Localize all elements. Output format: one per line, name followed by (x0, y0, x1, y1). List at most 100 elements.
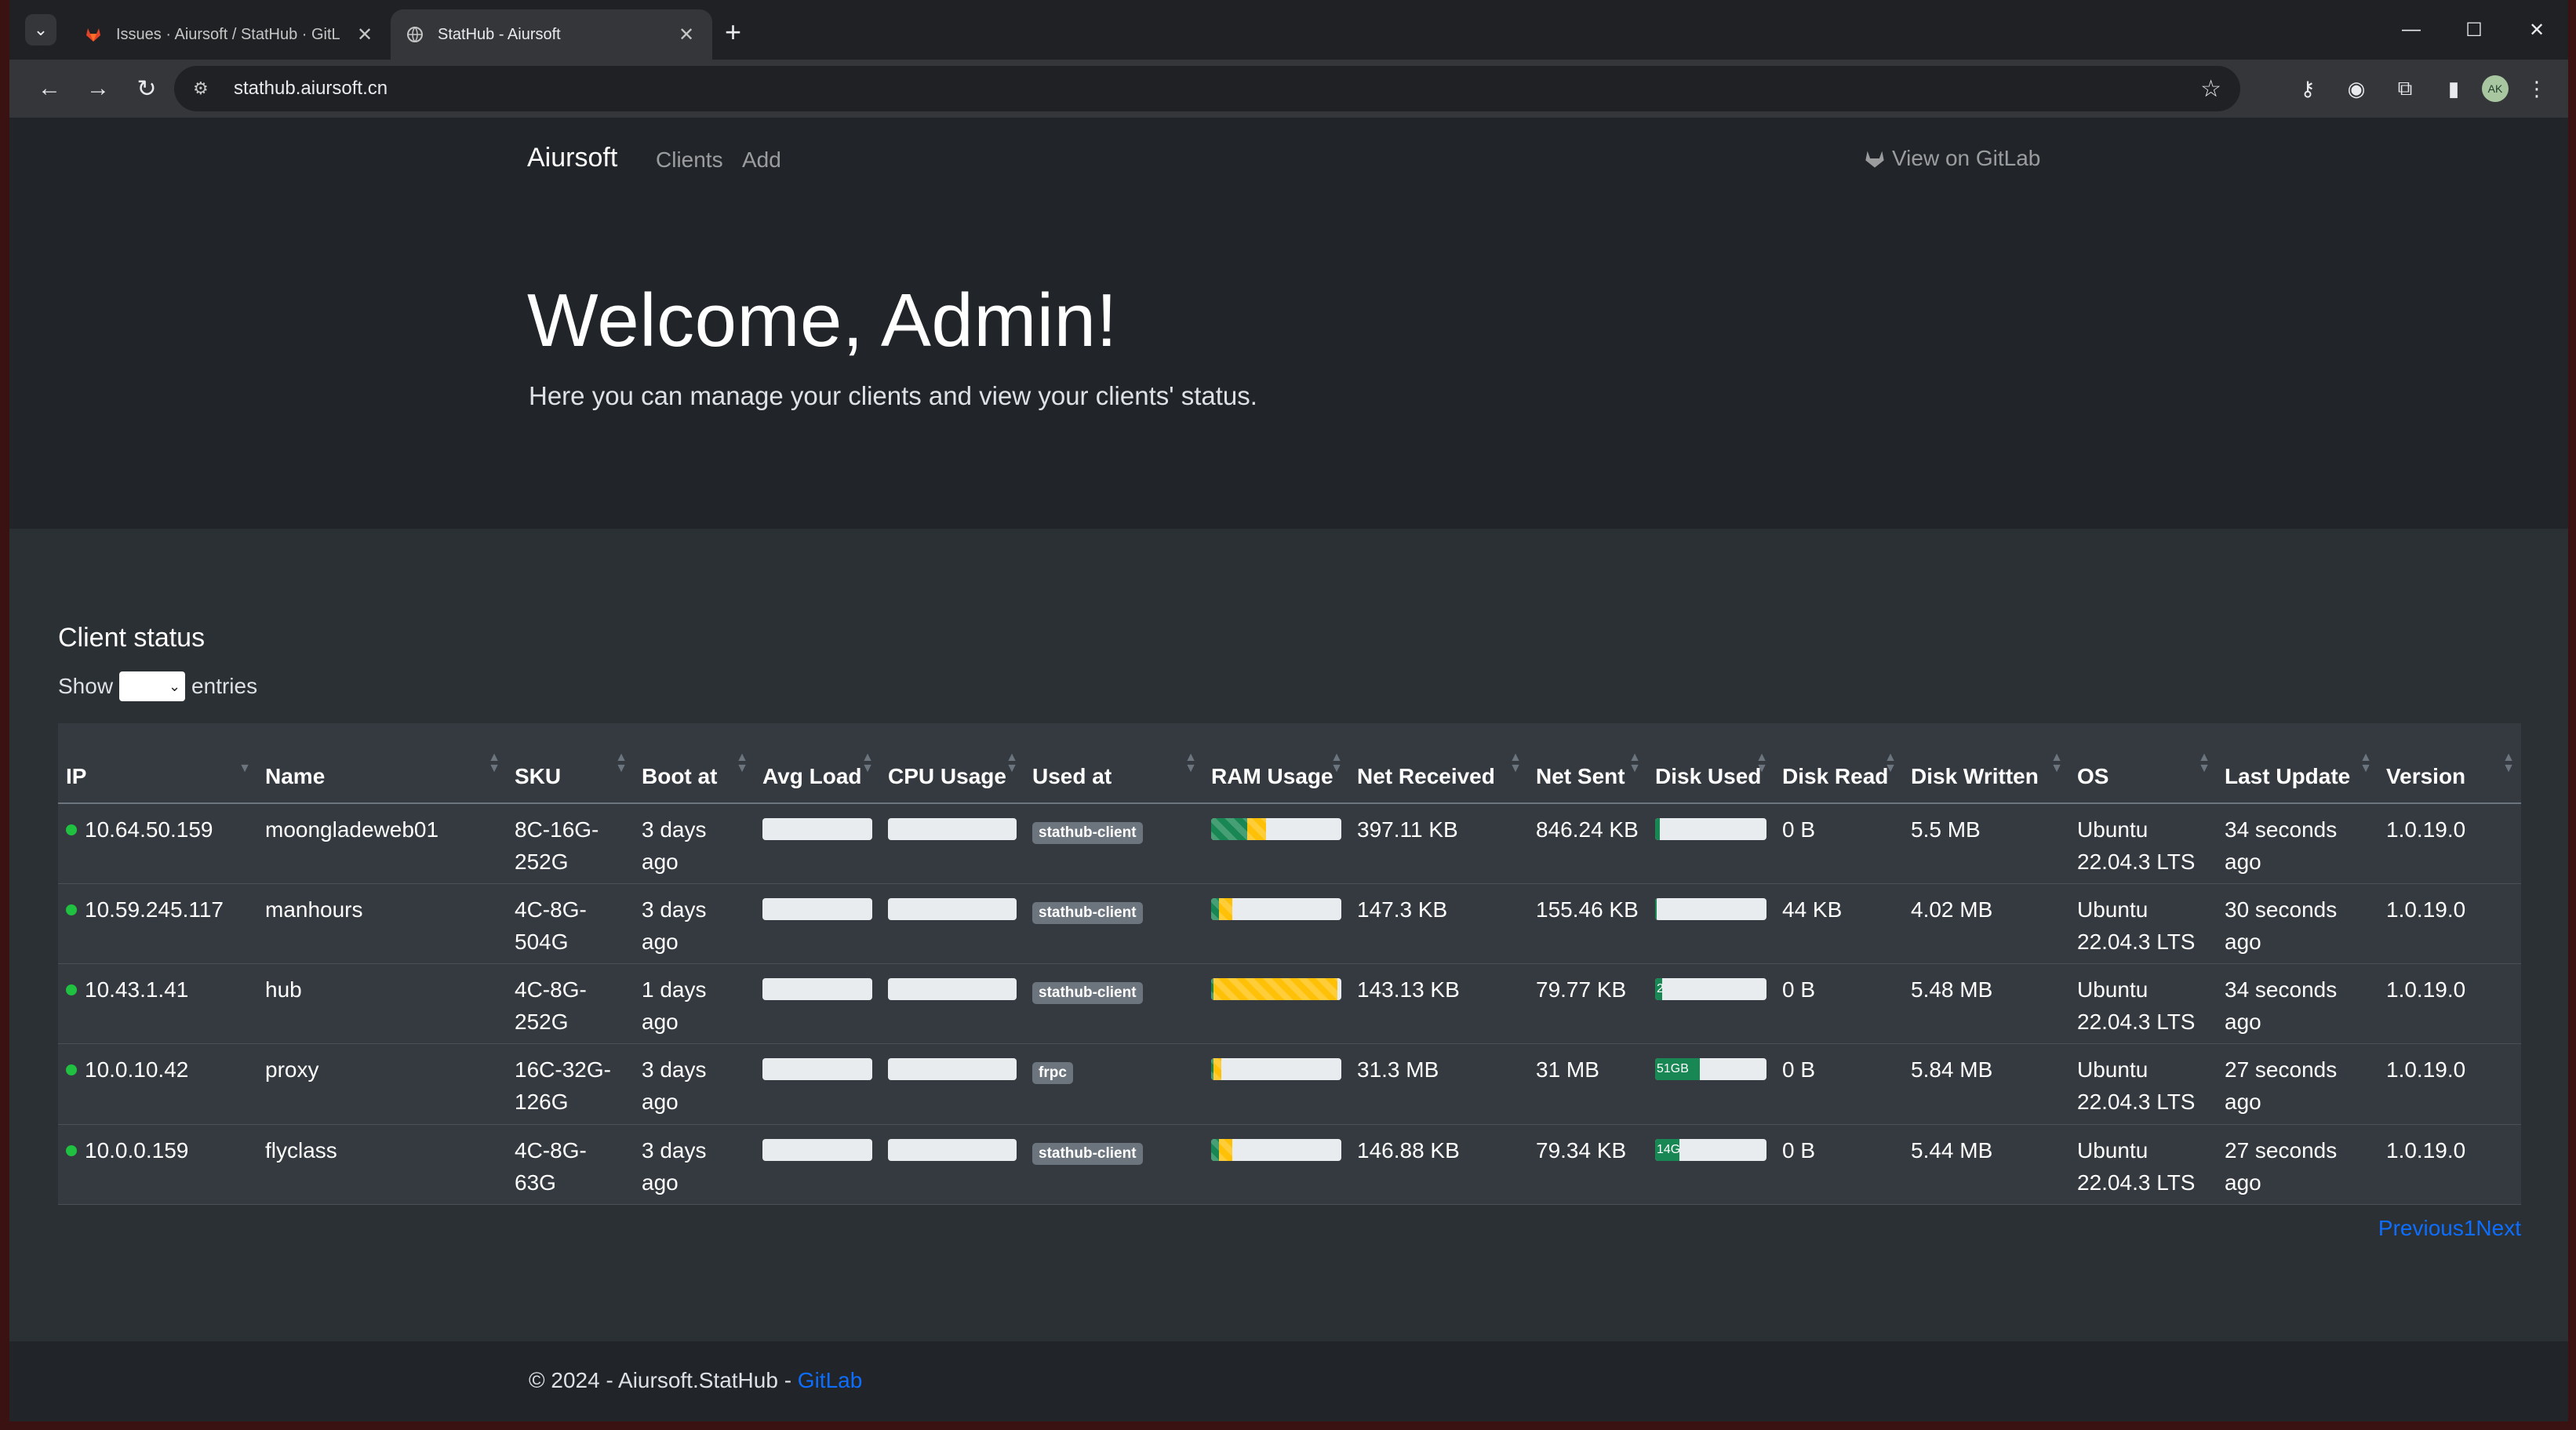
welcome-heading: Welcome, Admin! (527, 278, 1118, 362)
minimize-icon[interactable]: — (2380, 0, 2443, 60)
column-header[interactable]: Used at ▲ ▼ (1024, 723, 1203, 804)
os-cell: Ubuntu 22.04.3 LTS (2069, 963, 2217, 1045)
column-header[interactable]: OS ▲ ▼ (2069, 723, 2217, 804)
column-header-label: SKU (515, 764, 562, 788)
table-row[interactable]: 10.0.0.159 flyclass 4C-8G-63G 3 days ago sta… (58, 1124, 2521, 1206)
forward-arrow-icon[interactable]: → (74, 64, 122, 113)
sort-desc-icon: ▼ (238, 762, 251, 775)
column-header[interactable]: Disk Written ▲ ▼ (1903, 723, 2069, 804)
disk-read-cell: 0 B (1774, 1124, 1903, 1206)
column-header[interactable]: Disk Read ▲ ▼ (1774, 723, 1903, 804)
back-arrow-icon[interactable]: ← (25, 64, 74, 113)
column-header[interactable]: Net Sent ▲ ▼ (1528, 723, 1647, 804)
version-cell: 1.0.19.0 (2378, 1043, 2521, 1125)
column-header[interactable]: CPU Usage ▲ ▼ (880, 723, 1024, 804)
version-cell: 1.0.19.0 (2378, 1124, 2521, 1206)
disk-used-bar: 14G (1655, 1138, 1766, 1161)
used-at-cell: stathub-client (1024, 883, 1203, 965)
cpu-usage-bar (888, 978, 1017, 1001)
puzzle-icon[interactable]: ⧉ (2385, 68, 2425, 109)
table-row[interactable]: 10.64.50.159 moongladeweb01 8C-16G-252G 3 d… (58, 803, 2521, 884)
sort-icon: ▲ ▼ (1884, 751, 1897, 775)
ram-usage-bar-fill (1247, 818, 1266, 840)
nav-clients[interactable]: Clients (656, 147, 723, 173)
cpu-usage-cell (880, 883, 1024, 965)
view-on-gitlab-link[interactable]: View on GitLab (1864, 146, 2040, 171)
version-cell: 1.0.19.0 (2378, 803, 2521, 884)
column-header[interactable]: Avg Load ▲ ▼ (755, 723, 880, 804)
tab-stathub[interactable]: StatHub - Aiursoft ✕ (391, 9, 712, 60)
gitlab-icon (1865, 151, 1884, 168)
window-controls: — ☐ ✕ (2380, 0, 2568, 60)
reload-icon[interactable]: ↻ (122, 64, 171, 113)
online-status-icon (66, 824, 77, 835)
column-header[interactable]: Name ▲ ▼ (257, 723, 507, 804)
table-row[interactable]: 10.0.10.42 proxy 16C-32G-126G 3 days ago frp… (58, 1043, 2521, 1125)
url-text[interactable]: stathub.aiursoft.cn (234, 78, 387, 100)
cpu-usage-cell (880, 803, 1024, 884)
os-cell: Ubuntu 22.04.3 LTS (2069, 883, 2217, 965)
profile-avatar[interactable]: AK (2482, 75, 2509, 102)
os-cell: Ubuntu 22.04.3 LTS (2069, 1043, 2217, 1125)
column-header-label: Version (2386, 764, 2466, 788)
used-at-badge: stathub-client (1032, 1142, 1143, 1165)
cpu-usage-bar (888, 1138, 1017, 1161)
column-header-label: Net Sent (1536, 764, 1625, 788)
avg-load-bar (762, 897, 872, 920)
sku-cell: 4C-8G-63G (507, 1124, 634, 1206)
side-panel-icon[interactable]: ▮ (2433, 68, 2474, 109)
table-row[interactable]: 10.59.245.117 manhours 4C-8G-504G 3 days ag… (58, 883, 2521, 965)
previous-page-link[interactable]: Previous (2378, 1216, 2464, 1240)
net-sent-cell: 79.34 KB (1528, 1124, 1647, 1206)
maximize-icon[interactable]: ☐ (2443, 0, 2505, 60)
close-icon[interactable]: ✕ (675, 24, 698, 46)
bookmark-star-icon[interactable]: ☆ (2200, 75, 2221, 103)
column-header-label: Disk Used (1655, 764, 1762, 788)
page-1-link[interactable]: 1 (2464, 1216, 2476, 1240)
close-window-icon[interactable]: ✕ (2505, 0, 2568, 60)
new-tab-plus-icon[interactable]: + (725, 16, 741, 49)
column-header[interactable]: Last Update ▲ ▼ (2217, 723, 2378, 804)
footer-gitlab-link[interactable]: GitLab (798, 1368, 863, 1392)
site-settings-icon[interactable]: ⚙ (193, 78, 216, 99)
ram-usage-bar-fill (1213, 978, 1337, 1001)
ram-usage-bar (1211, 818, 1341, 840)
close-icon[interactable]: ✕ (353, 24, 377, 46)
column-header[interactable]: Version ▲ ▼ (2378, 723, 2521, 804)
key-icon[interactable]: ⚷ (2287, 68, 2328, 109)
disk-written-cell: 5.44 MB (1903, 1124, 2069, 1206)
column-header-label: CPU Usage (888, 764, 1006, 788)
column-header[interactable]: Net Received ▲ ▼ (1349, 723, 1528, 804)
entries-label: entries (191, 674, 258, 698)
sort-icon: ▲ ▼ (861, 751, 874, 775)
column-header-label: Disk Written (1911, 764, 2039, 788)
boot-cell: 1 days ago (634, 963, 755, 1045)
version-cell: 1.0.19.0 (2378, 883, 2521, 965)
extension-owl-icon[interactable]: ◉ (2336, 68, 2377, 109)
used-at-cell: frpc (1024, 1043, 1203, 1125)
sort-icon: ▲ ▼ (2360, 751, 2372, 775)
column-header-label: Avg Load (762, 764, 862, 788)
ram-usage-bar-fill (1211, 1138, 1219, 1161)
globe-favicon-icon (405, 24, 425, 45)
next-page-link[interactable]: Next (2476, 1216, 2521, 1240)
entries-select[interactable]: ⌄ (119, 671, 186, 701)
menu-kebab-icon[interactable]: ⋮ (2516, 68, 2557, 109)
column-header[interactable]: IP ▼ (58, 723, 257, 804)
column-header-label: Boot at (642, 764, 718, 788)
tab-search-button[interactable]: ⌄ (25, 14, 56, 45)
gitlab-link-label: View on GitLab (1892, 146, 2041, 170)
address-bar[interactable]: ⚙ stathub.aiursoft.cn ☆ (174, 66, 2240, 111)
column-header[interactable]: SKU ▲ ▼ (507, 723, 634, 804)
nav-add[interactable]: Add (742, 147, 781, 173)
column-header[interactable]: Boot at ▲ ▼ (634, 723, 755, 804)
table-row[interactable]: 10.43.1.41 hub 4C-8G-252G 1 days ago stathub… (58, 963, 2521, 1045)
column-header[interactable]: RAM Usage ▲ ▼ (1203, 723, 1349, 804)
ip-cell: 10.0.0.159 (58, 1124, 257, 1206)
ram-usage-bar-fill (1218, 1138, 1232, 1161)
column-header[interactable]: Disk Used ▲ ▼ (1647, 723, 1774, 804)
sort-icon: ▲ ▼ (2502, 751, 2515, 775)
tab-issues[interactable]: Issues · Aiursoft / StatHub · GitL ✕ (69, 9, 391, 60)
cpu-usage-cell (880, 1043, 1024, 1125)
brand-link[interactable]: Aiursoft (527, 143, 617, 173)
